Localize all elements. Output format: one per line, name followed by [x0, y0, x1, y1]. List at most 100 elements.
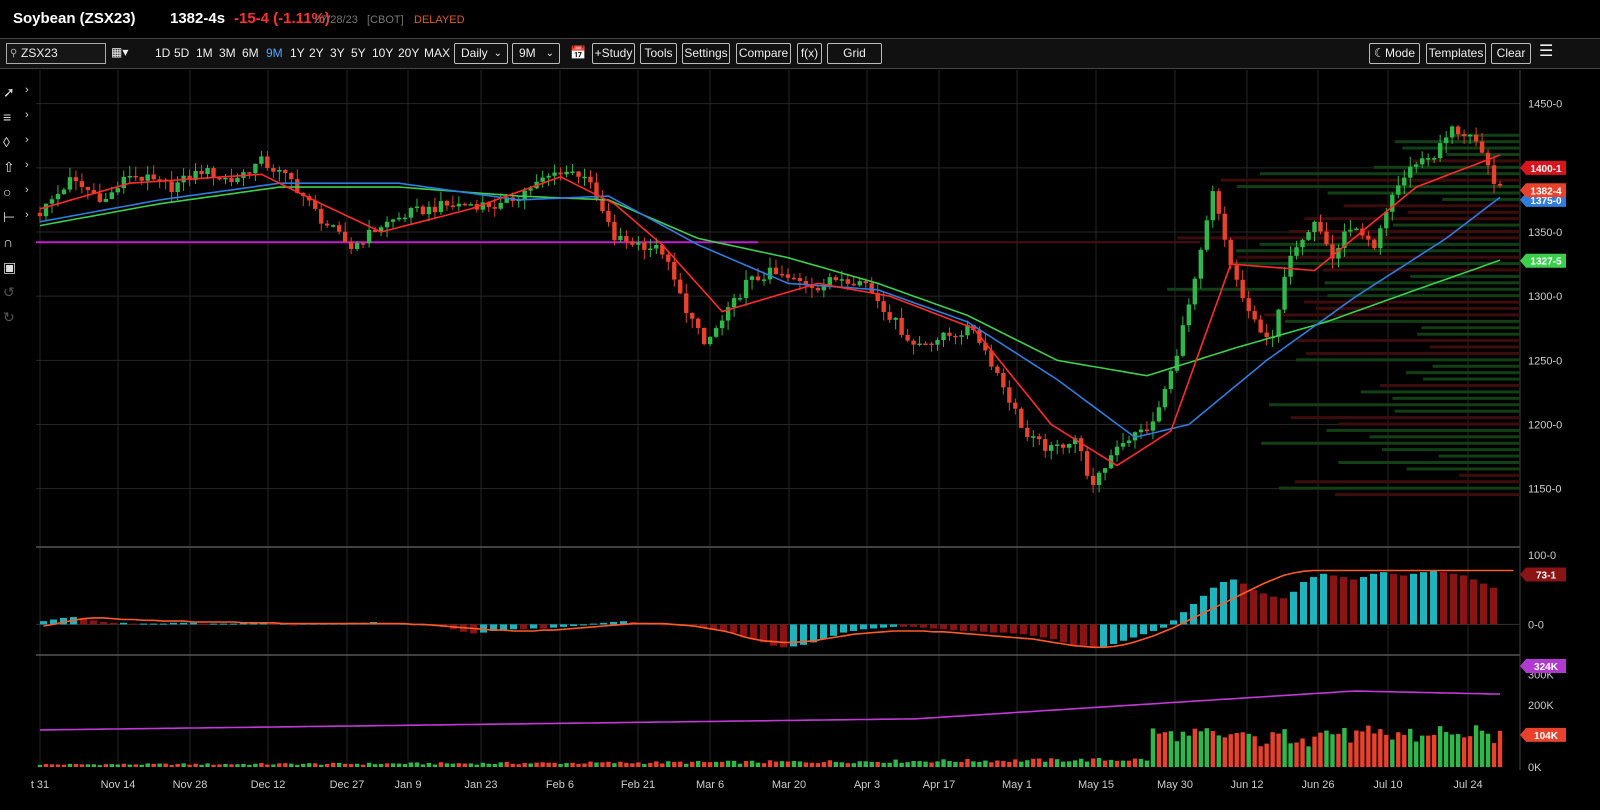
- macd-histogram-bar: [830, 624, 837, 636]
- volume-bar: [905, 762, 910, 767]
- candle-body: [612, 221, 617, 240]
- add-study-button[interactable]: +Study: [592, 43, 635, 64]
- volume-bar: [1090, 758, 1096, 767]
- volume-profile-bar: [1379, 384, 1520, 387]
- volume-bar: [1264, 743, 1269, 767]
- macd-histogram-bar: [100, 621, 107, 625]
- volume-profile-bar: [1459, 473, 1520, 477]
- price-chart[interactable]: t 31 Nov 14 Nov 28 Dec 12 Dec 27 Jan 9 Jan 23 F…: [0, 70, 1600, 810]
- candle-body: [624, 236, 629, 242]
- x-axis-label: May 30: [1157, 779, 1193, 791]
- candle-body: [767, 267, 773, 280]
- calendar-icon[interactable]: 📅: [570, 43, 586, 64]
- symbol-search-input[interactable]: ⚲ ZSX23: [6, 43, 106, 64]
- function-button[interactable]: f(x): [797, 43, 822, 64]
- period-button-1d[interactable]: 1D: [155, 43, 170, 64]
- candle-body: [408, 208, 414, 218]
- interval-select[interactable]: Daily ⌄: [454, 43, 508, 64]
- volume-bar: [1270, 732, 1275, 767]
- candle-body: [690, 313, 695, 319]
- volume-bar: [690, 761, 695, 767]
- macd-histogram-bar: [590, 623, 597, 625]
- period-button-2y[interactable]: 2Y: [309, 43, 324, 64]
- candle-body: [791, 277, 797, 280]
- moon-icon: ☾: [1374, 46, 1385, 60]
- candle-body: [1210, 191, 1215, 221]
- macd-histogram-bar: [520, 624, 527, 630]
- volume-bar: [1066, 761, 1072, 767]
- candle-body: [1384, 211, 1389, 229]
- candle-body: [1414, 164, 1419, 167]
- candle-body: [1186, 304, 1192, 326]
- chart-type-dropdown[interactable]: ▦▾: [111, 43, 137, 64]
- range-select[interactable]: 9M ⌄: [512, 43, 560, 64]
- volume-bar: [672, 761, 677, 767]
- period-button-10y[interactable]: 10Y: [372, 43, 393, 64]
- volume-bar: [67, 763, 73, 767]
- volume-bar: [516, 764, 521, 767]
- candle-body: [61, 189, 67, 194]
- candle-body: [576, 171, 581, 177]
- templates-button[interactable]: Templates: [1426, 43, 1486, 64]
- volume-bar: [743, 761, 749, 767]
- x-axis-label: Jul 24: [1453, 779, 1482, 791]
- candle-body: [396, 217, 402, 220]
- x-axis-label: May 15: [1078, 779, 1114, 791]
- clear-button[interactable]: Clear: [1491, 43, 1531, 64]
- tools-button[interactable]: Tools: [640, 43, 677, 64]
- candle-body: [97, 193, 103, 202]
- compare-button[interactable]: Compare: [736, 43, 791, 64]
- volume-profile-bar: [1410, 274, 1520, 278]
- candle-body: [121, 176, 126, 189]
- candle-body: [1455, 126, 1461, 135]
- period-button-1m[interactable]: 1M: [196, 43, 213, 64]
- period-button-3y[interactable]: 3Y: [330, 43, 345, 64]
- x-axis-label: Apr 17: [923, 779, 955, 791]
- period-button-6m[interactable]: 6M: [242, 43, 259, 64]
- period-button-1y[interactable]: 1Y: [290, 43, 305, 64]
- candle-body: [1222, 213, 1227, 240]
- volume-bar: [809, 762, 815, 767]
- volume-bar: [498, 762, 503, 767]
- volume-bar: [707, 762, 713, 767]
- candle-body: [1420, 158, 1425, 165]
- candle-body: [935, 340, 940, 345]
- volume-bar: [97, 765, 103, 767]
- candle-body: [827, 277, 833, 285]
- volume-bar: [977, 761, 982, 767]
- candle-body: [1497, 183, 1503, 186]
- y-axis-label: 1150-0: [1528, 484, 1561, 496]
- mode-button[interactable]: ☾ Mode: [1369, 43, 1420, 64]
- candle-body: [1037, 436, 1042, 440]
- period-button-max[interactable]: MAX: [424, 43, 450, 64]
- volume-bar: [1318, 732, 1323, 767]
- symbol-title: Soybean (ZSX23): [13, 10, 136, 27]
- x-axis-label: Dec 27: [330, 779, 365, 791]
- volume-bar: [1055, 759, 1060, 767]
- macd-histogram-bar: [920, 624, 927, 628]
- candle-body: [941, 332, 946, 341]
- volume-bar: [163, 763, 168, 767]
- y-axis-label: 1300-0: [1528, 291, 1562, 303]
- period-button-9m[interactable]: 9M: [266, 43, 283, 64]
- volume-bar: [1414, 741, 1419, 767]
- candle-body: [684, 293, 689, 314]
- volume-bar: [1437, 726, 1443, 767]
- y-axis-label: 1350-0: [1528, 227, 1562, 239]
- settings-button[interactable]: Settings: [682, 43, 730, 64]
- grid-button[interactable]: Grid: [827, 43, 882, 64]
- period-button-3m[interactable]: 3M: [219, 43, 236, 64]
- hamburger-menu-icon[interactable]: ☰: [1539, 43, 1557, 64]
- macd-histogram-bar: [1390, 573, 1397, 625]
- macd-histogram-bar: [1020, 624, 1027, 635]
- x-axis-label: Jul 10: [1373, 779, 1402, 791]
- period-button-5y[interactable]: 5Y: [351, 43, 366, 64]
- period-button-5d[interactable]: 5D: [174, 43, 189, 64]
- volume-bar: [91, 764, 97, 767]
- candle-body: [199, 170, 204, 175]
- volume-bar: [1252, 736, 1257, 767]
- macd-histogram-bar: [1060, 624, 1067, 643]
- volume-profile-bar: [1369, 435, 1520, 439]
- volume-bar: [791, 760, 797, 767]
- period-button-20y[interactable]: 20Y: [398, 43, 419, 64]
